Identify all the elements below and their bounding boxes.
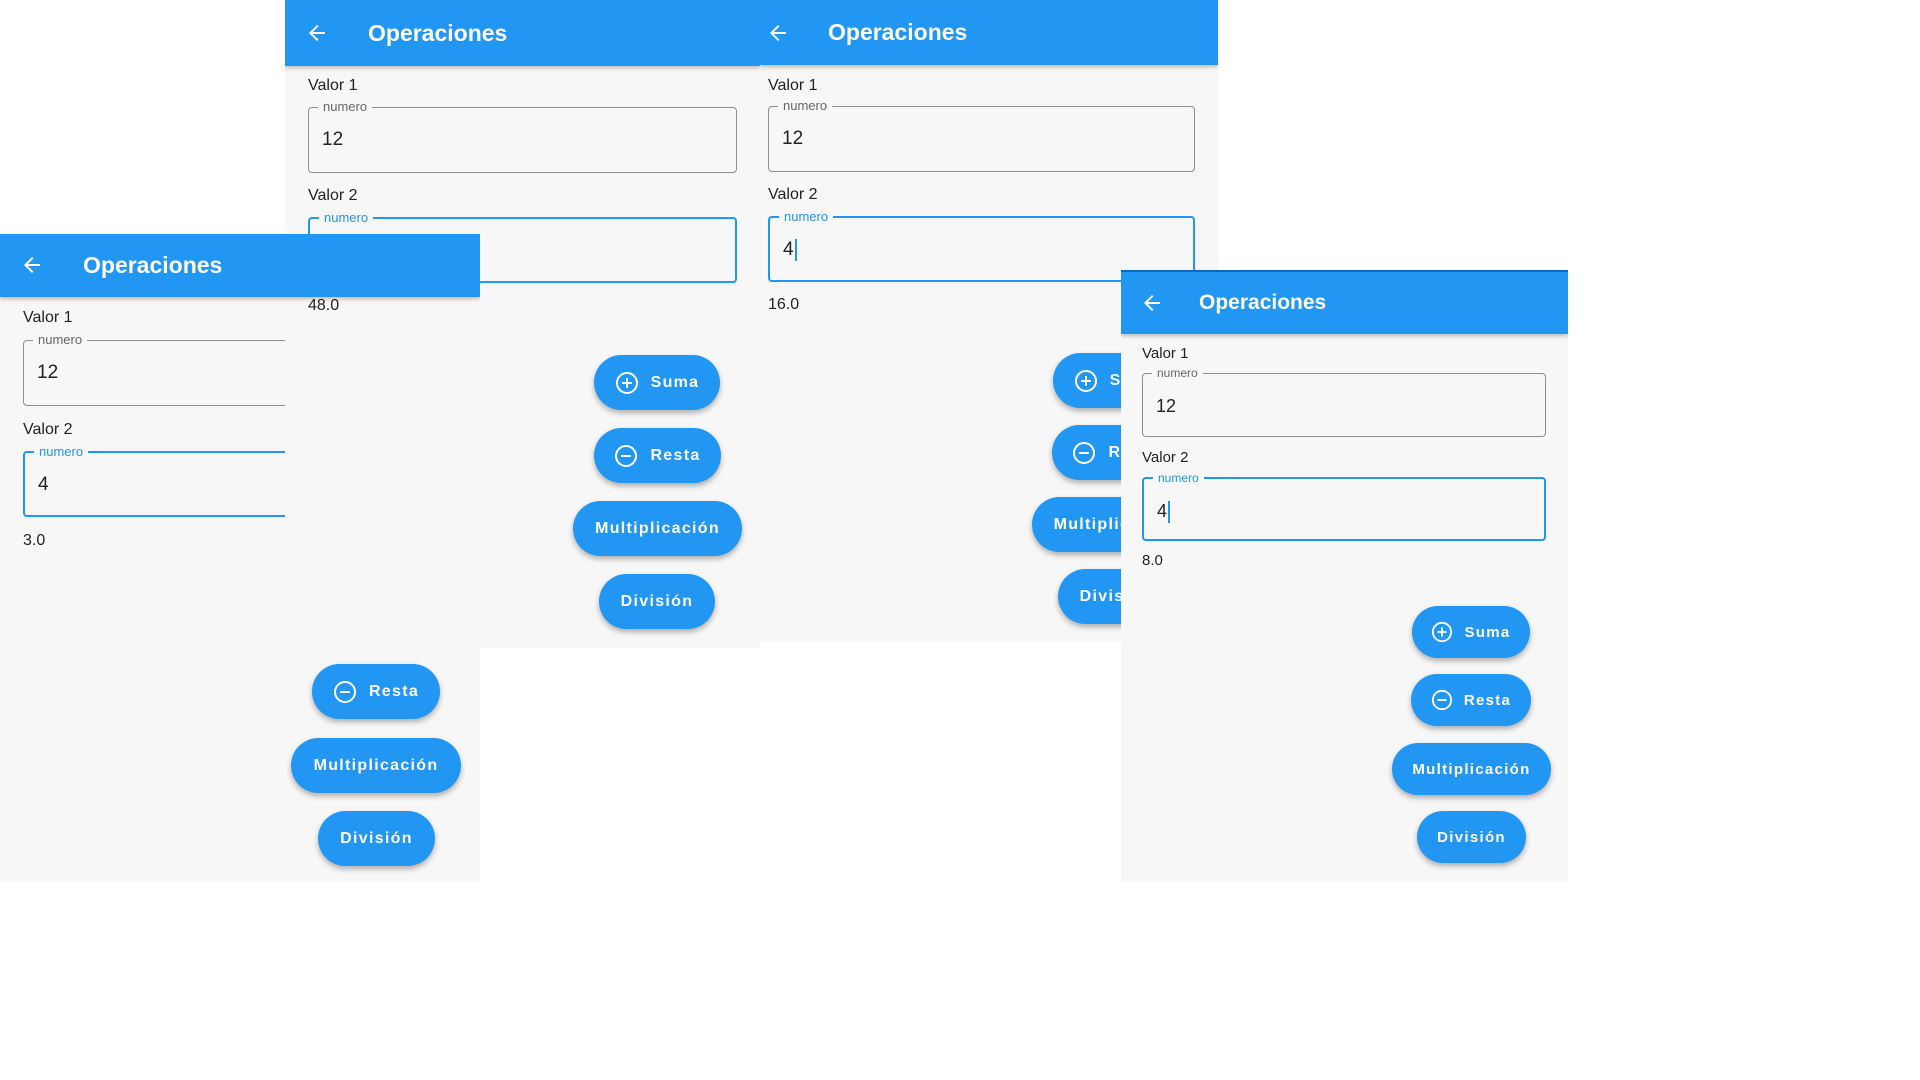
value2-input[interactable]: 4 <box>38 474 49 496</box>
division-button[interactable]: División <box>599 574 715 629</box>
result-text: 3.0 <box>23 532 46 549</box>
app-title: Operaciones <box>828 19 968 45</box>
text-caret <box>1168 501 1171 524</box>
value1-field[interactable]: numero 12 <box>308 98 737 173</box>
app-title: Operaciones <box>1199 291 1327 314</box>
multiplicacion-label: Multiplicación <box>595 519 720 537</box>
screen-resta: Operaciones Valor 1 numero 12 Valor 2 nu… <box>1121 270 1568 882</box>
plus-circle-icon <box>1074 369 1097 392</box>
division-label: División <box>1437 828 1506 846</box>
back-arrow-icon[interactable] <box>305 21 329 45</box>
minus-circle-icon <box>615 444 638 467</box>
plus-circle-icon <box>1432 621 1453 643</box>
screen-multiplicacion: Operaciones Valor 1 numero 12 Valor 2 nu… <box>285 0 760 648</box>
app-bar: Operaciones <box>0 234 480 297</box>
app-bar: Operaciones <box>760 0 1218 65</box>
value2-input-wrap[interactable]: 4 <box>783 239 797 261</box>
back-arrow-icon[interactable] <box>766 21 790 45</box>
back-arrow-icon[interactable] <box>20 253 44 277</box>
value2-label: Valor 2 <box>23 421 73 438</box>
division-label: División <box>620 592 694 610</box>
value2-hint: numero <box>779 208 834 226</box>
resta-label: Resta <box>650 446 701 464</box>
value1-label: Valor 1 <box>308 77 358 94</box>
value1-input[interactable]: 12 <box>37 362 58 384</box>
back-arrow-icon[interactable] <box>1140 291 1164 315</box>
result-text: 16.0 <box>768 296 800 313</box>
value2-input-wrap[interactable]: 4 <box>1157 500 1171 524</box>
resta-button[interactable]: Resta <box>1411 674 1531 726</box>
value1-input[interactable]: 12 <box>782 128 803 150</box>
suma-button[interactable]: Suma <box>1412 606 1530 658</box>
app-bar: Operaciones <box>1121 270 1568 334</box>
value1-label: Valor 1 <box>1142 345 1189 362</box>
minus-circle-icon <box>333 680 356 703</box>
suma-button[interactable]: Suma <box>594 355 720 410</box>
result-text: 8.0 <box>1142 552 1163 569</box>
value1-label: Valor 1 <box>768 77 818 94</box>
value1-hint: numero <box>1152 364 1203 382</box>
app-title: Operaciones <box>368 20 508 46</box>
division-label: División <box>340 829 413 847</box>
minus-circle-icon <box>1431 689 1452 711</box>
multiplicacion-label: Multiplicación <box>313 756 439 774</box>
value2-label: Valor 2 <box>1142 449 1189 466</box>
resta-button[interactable]: Resta <box>594 428 721 483</box>
resta-label: Resta <box>1463 691 1512 709</box>
suma-label: Suma <box>1464 623 1511 641</box>
value2-hint: numero <box>319 209 374 227</box>
value1-hint: numero <box>778 97 833 115</box>
resta-label: Resta <box>368 682 420 700</box>
value2-input[interactable]: 4 <box>1157 501 1167 521</box>
value2-label: Valor 2 <box>308 187 358 204</box>
text-caret <box>794 239 797 261</box>
multiplicacion-button[interactable]: Multiplicación <box>1392 743 1551 795</box>
minus-circle-icon <box>1073 441 1096 464</box>
value1-field[interactable]: numero 12 <box>768 97 1195 172</box>
value2-label: Valor 2 <box>768 186 818 203</box>
value1-input[interactable]: 12 <box>1156 395 1176 417</box>
resta-button[interactable]: Resta <box>312 664 440 719</box>
value1-field[interactable]: numero 12 <box>1142 364 1546 437</box>
multiplicacion-button[interactable]: Multiplicación <box>573 501 742 556</box>
suma-label: Suma <box>650 373 700 391</box>
plus-circle-icon <box>615 371 638 394</box>
value1-label: Valor 1 <box>23 309 73 326</box>
value1-hint: numero <box>33 331 88 349</box>
app-title: Operaciones <box>83 252 223 278</box>
value1-input[interactable]: 12 <box>322 129 343 151</box>
app-bar: Operaciones <box>285 0 760 66</box>
division-button[interactable]: División <box>318 811 435 866</box>
value2-hint: numero <box>34 443 89 461</box>
value1-hint: numero <box>318 98 373 116</box>
value2-field[interactable]: numero 4 <box>1142 469 1546 541</box>
multiplicacion-label: Multiplicación <box>1412 760 1531 778</box>
value2-hint: numero <box>1153 469 1204 487</box>
multiplicacion-button[interactable]: Multiplicación <box>291 738 461 793</box>
result-text: 48.0 <box>308 297 340 314</box>
value2-input[interactable]: 4 <box>783 239 794 260</box>
division-button[interactable]: División <box>1417 811 1526 863</box>
